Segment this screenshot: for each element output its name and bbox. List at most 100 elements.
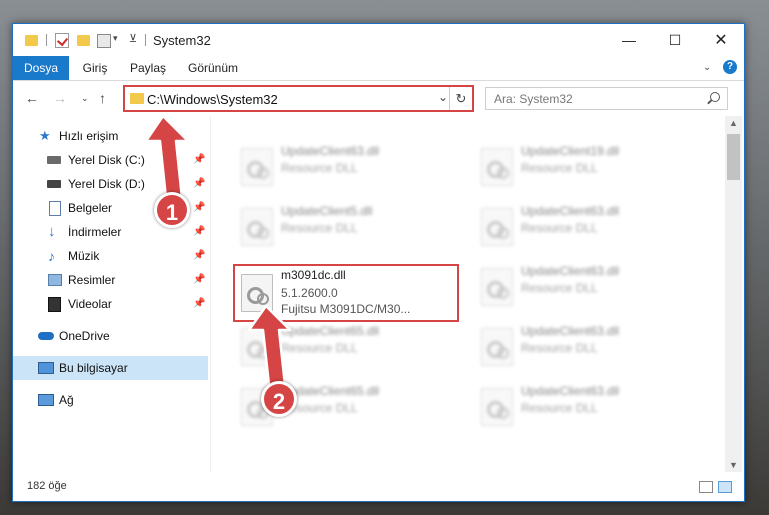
pin-icon[interactable]: 📌 [193,292,205,316]
file-type: Resource DLL [521,281,598,295]
dll-file-icon [481,328,513,366]
dll-file-icon [481,388,513,426]
drive-icon [47,156,61,164]
search-placeholder: Ara: System32 [494,92,573,106]
pin-icon[interactable]: 📌 [193,268,205,292]
pin-icon[interactable]: 📌 [193,244,205,268]
file-type: Resource DLL [281,341,358,355]
sidebar-item-label: Yerel Disk (C:) [68,153,145,167]
sidebar-item-onedrive[interactable]: OneDrive [13,324,208,348]
refresh-icon[interactable]: ↻ [449,87,472,110]
sidebar-item-pictures[interactable]: Resimler 📌 [13,268,208,292]
sidebar-item-local-disk-c[interactable]: Yerel Disk (C:) 📌 [13,148,208,172]
videos-icon [48,297,61,312]
file-name: UpdateClient63.dll [521,204,620,218]
forward-arrow-icon[interactable]: → [53,90,67,106]
back-arrow-icon[interactable]: ← [25,90,39,106]
music-icon: ♪ [48,248,55,264]
drive-icon [47,180,61,188]
file-type: Resource DLL [521,161,598,175]
dll-file-icon [481,148,513,186]
minimize-button[interactable]: — [606,24,652,56]
step-1-badge: 1 [154,192,190,228]
address-path[interactable]: C:\Windows\System32 [147,92,278,107]
divider [46,34,47,46]
tab-file[interactable]: Dosya [13,56,69,80]
recent-dropdown-icon[interactable]: ⌄ [81,93,89,104]
sidebar-item-label: Yerel Disk (D:) [68,177,145,191]
ribbon-tabs: Dosya Giriş Paylaş Görünüm ⌄ ? [13,56,744,81]
vertical-scrollbar[interactable]: ▲ ▼ [725,116,742,472]
download-icon: ↓ [48,223,56,240]
pin-icon[interactable]: 📌 [193,220,205,244]
qa-menu-icon[interactable]: ⊻ [129,32,137,48]
sidebar-item-music[interactable]: ♪ Müzik 📌 [13,244,208,268]
up-arrow-icon[interactable]: ↑ [99,90,106,106]
scroll-thumb[interactable] [727,134,740,180]
file-item[interactable]: UpdateClient63.dll Resource DLL [475,200,700,252]
new-folder-icon[interactable] [77,35,90,46]
window-title: System32 [153,33,211,48]
search-input[interactable]: Ara: System32 [485,87,728,110]
sidebar-item-label: Resimler [68,273,116,287]
file-list: UpdateClient63.dll Resource DLL UpdateCl… [211,116,725,472]
sidebar-item-this-pc[interactable]: Bu bilgisayar [13,356,208,380]
file-name: UpdateClient63.dll [281,144,380,158]
dll-file-icon [241,148,273,186]
file-item[interactable]: UpdateClient5.dll Resource DLL [235,200,460,252]
file-item[interactable]: UpdateClient65.dll Resource DLL [235,320,460,372]
file-type: Resource DLL [521,221,598,235]
ribbon-expand-icon[interactable]: ⌄ [703,62,711,73]
sidebar-item-label: Hızlı erişim [59,129,119,143]
file-type: Resource DLL [281,221,358,235]
sidebar-item-label: İndirmeler [68,225,122,239]
navigation-pane: ★ Hızlı erişim Yerel Disk (C:) 📌 Yerel D… [13,116,211,472]
title-bar: ▾ ⊻ System32 — ☐ ✕ [13,24,744,56]
file-name: UpdateClient65.dll [281,324,380,338]
sidebar-item-videos[interactable]: Videolar 📌 [13,292,208,316]
sidebar-item-label: Ağ [59,393,74,407]
file-type: Resource DLL [281,161,358,175]
pin-icon[interactable]: 📌 [193,148,205,172]
sidebar-item-quick-access[interactable]: ★ Hızlı erişim [13,124,208,148]
dll-file-icon [241,208,273,246]
folder-icon [25,35,38,46]
address-bar[interactable]: C:\Windows\System32 ⌄ ↻ [123,85,474,112]
dll-file-icon [481,268,513,306]
details-view-icon[interactable] [699,481,713,493]
file-name: UpdateClient63.dll [521,264,620,278]
network-icon [38,394,54,406]
scroll-up-icon[interactable]: ▲ [729,118,738,128]
tab-share[interactable]: Paylaş [121,56,175,80]
file-name: UpdateClient5.dll [281,204,373,218]
help-icon[interactable]: ? [723,60,737,74]
close-button[interactable]: ✕ [698,24,744,56]
file-item[interactable]: UpdateClient19.dll Resource DLL [475,140,700,192]
sidebar-item-label: OneDrive [59,329,110,343]
sidebar-item-label: Müzik [68,249,100,263]
pin-icon[interactable]: 📌 [193,196,205,220]
chevron-down-icon[interactable]: ⌄ [438,90,448,104]
tab-home[interactable]: Giriş [73,56,117,80]
dll-file-icon [241,328,273,366]
tab-view[interactable]: Görünüm [181,56,245,80]
sidebar-item-label: Bu bilgisayar [59,361,128,375]
sidebar-item-network[interactable]: Ağ [13,388,208,412]
sidebar-item-label: Belgeler [68,201,113,215]
customize-icon[interactable] [97,34,111,48]
file-item[interactable]: UpdateClient63.dll Resource DLL [475,380,700,432]
scroll-down-icon[interactable]: ▼ [729,460,738,470]
file-name: UpdateClient19.dll [521,144,620,158]
documents-icon [49,201,61,216]
file-item[interactable]: UpdateClient63.dll Resource DLL [475,320,700,372]
large-icons-view-icon[interactable] [718,481,732,493]
file-type: Resource DLL [521,401,598,415]
file-item[interactable]: UpdateClient63.dll Resource DLL [475,260,700,312]
search-icon[interactable] [710,92,720,102]
pin-icon[interactable]: 📌 [193,172,205,196]
file-item[interactable]: UpdateClient63.dll Resource DLL [235,140,460,192]
pictures-icon [48,274,62,286]
properties-check-icon[interactable] [55,33,69,48]
qa-dropdown-icon[interactable]: ▾ [113,33,118,49]
maximize-button[interactable]: ☐ [652,24,698,56]
